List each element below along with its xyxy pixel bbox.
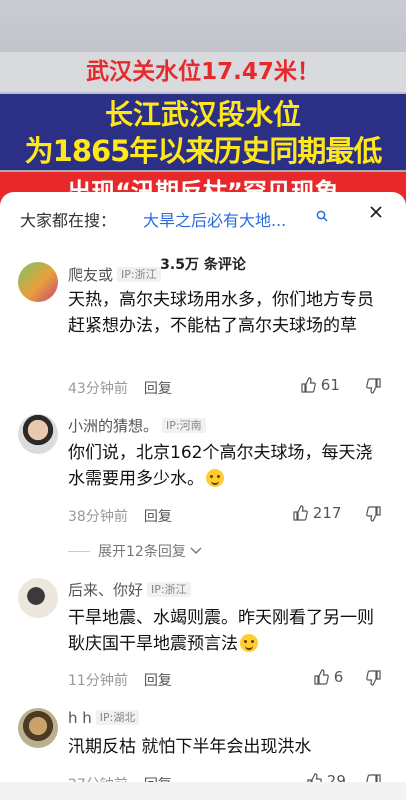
thumbs-up-icon [314,669,329,685]
ip-badge: IP:浙江 [117,267,161,282]
author-name: h h [68,709,92,727]
reply-button[interactable]: 回复 [144,509,172,525]
headline-1: 武汉关水位17.47米！ [86,59,320,85]
thumbs-down-icon [366,378,381,394]
comment-item: 后来、你好 IP:浙江 干旱地震、水竭则震。昨天刚看了另一则耿庆国干旱地震预言法 … [0,578,406,698]
comment-time: 43分钟前 [68,381,128,397]
comment-text-content: 干旱地震、水竭则震。昨天刚看了另一则耿庆国干旱地震预言法 [68,608,374,654]
author-name: 小洲的猜想。 [68,417,159,435]
comment-text: 天热，高尔夫球场用水多，你们地方专员赶紧想办法，不能枯了高尔夫球场的草 [68,290,374,336]
headline-banner-2: 长江武汉段水位 [0,94,406,136]
reply-button[interactable]: 回复 [144,673,172,689]
trending-search-row: 大家都在搜： 大旱之后必有大地... [0,192,406,242]
comment-item: 小洲的猜想。 IP:河南 你们说，北京162个高尔夫球场，每天浇水需要用多少水。 … [0,414,406,564]
input-bar-edge [0,782,406,800]
like-count: 217 [312,504,342,522]
chevron-down-icon [190,547,202,554]
comment-author[interactable]: h h IP:湖北 [68,709,140,727]
headline-banner-1: 武汉关水位17.47米！ [0,52,406,92]
comment-sheet: 大家都在搜： 大旱之后必有大地... 3.5万 条评论 爬友或 IP:浙江 天热，… [0,192,406,800]
comment-time: 38分钟前 [68,509,128,525]
ip-badge: IP:湖北 [95,710,140,725]
comment-text: 汛期反枯 就怕下半年会出现洪水 [68,737,312,757]
close-icon[interactable] [369,205,383,219]
like-button[interactable]: 217 [292,504,341,522]
expand-replies-label: 展开12条回复 [98,544,186,560]
like-button[interactable]: 61 [300,376,340,394]
like-count: 61 [320,376,340,394]
search-icon[interactable] [316,210,328,222]
comment-text: 你们说，北京162个高尔夫球场，每天浇水需要用多少水。 [68,440,388,492]
divider-line [68,551,90,552]
thumbs-down-icon [366,670,381,686]
headline-2: 长江武汉段水位 [104,98,301,131]
comment-text: 干旱地震、水竭则震。昨天刚看了另一则耿庆国干旱地震预言法 [68,605,388,657]
comment-meta: 38分钟前 回复 [68,506,172,526]
dislike-button[interactable] [366,376,382,395]
like-button[interactable]: 6 [313,668,343,686]
comment-meta: 11分钟前 回复 [68,670,172,690]
expand-replies-button[interactable]: 展开12条回复 [68,541,202,561]
sweat-emoji-icon [206,469,224,487]
avatar[interactable] [18,708,58,748]
ip-badge: IP:河南 [162,418,206,433]
avatar[interactable] [18,578,58,618]
thumbs-up-icon [293,505,308,521]
ip-badge: IP:浙江 [147,582,191,597]
search-prefix-label: 大家都在搜： [20,211,117,230]
headline-3: 为1865年以来历史同期最低 [24,134,383,168]
dislike-button[interactable] [366,504,382,523]
comment-author[interactable]: 后来、你好 IP:浙江 [68,579,191,600]
trending-search-link[interactable]: 大旱之后必有大地... [143,207,286,231]
author-name: 后来、你好 [68,581,144,599]
comment-author[interactable]: 小洲的猜想。 IP:河南 [68,415,206,436]
reply-button[interactable]: 回复 [144,381,172,397]
shocked-emoji-icon [240,634,258,652]
author-name: 爬友或 [68,266,114,284]
headline-banner-3: 为1865年以来历史同期最低 [0,132,406,170]
video-frame[interactable]: 武汉关水位17.47米！ 长江武汉段水位 为1865年以来历史同期最低 出现“汛… [0,0,406,205]
avatar[interactable] [18,414,58,454]
thumbs-down-icon [366,506,381,522]
comment-meta: 43分钟前 回复 [68,378,172,398]
comment-item: 爬友或 IP:浙江 天热，高尔夫球场用水多，你们地方专员赶紧想办法，不能枯了高尔夫… [0,262,406,398]
like-count: 6 [333,668,344,686]
thumbs-up-icon [301,377,316,393]
comment-author[interactable]: 爬友或 IP:浙江 [68,264,161,285]
comment-time: 11分钟前 [68,673,128,689]
avatar[interactable] [18,262,58,302]
dislike-button[interactable] [366,668,382,687]
